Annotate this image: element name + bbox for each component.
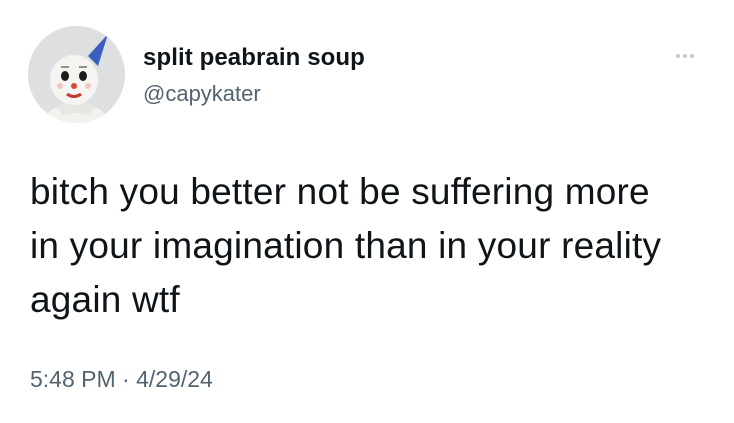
tweet-date: 4/29/24 <box>136 366 213 392</box>
tweet-text-line: bitch you better not be suffering more <box>30 171 650 212</box>
more-options-button[interactable] <box>669 44 701 68</box>
more-options-icon <box>676 54 680 58</box>
clown-doll-avatar-icon <box>28 26 125 123</box>
tweet-text-line: again wtf <box>30 279 180 320</box>
timestamp-separator: · <box>122 366 130 392</box>
tweet-card: split peabrain soup @capykater bitch you… <box>0 0 734 423</box>
tweet-text: bitch you better not be suffering more i… <box>30 165 720 327</box>
tweet-text-line: in your imagination than in your reality <box>30 225 662 266</box>
tweet-timestamp[interactable]: 5:48 PM · 4/29/24 <box>30 366 213 393</box>
more-options-icon-dot <box>683 54 687 58</box>
tweet-time: 5:48 PM <box>30 366 116 392</box>
user-handle[interactable]: @capykater <box>143 81 261 107</box>
avatar[interactable] <box>28 26 125 123</box>
display-name[interactable]: split peabrain soup <box>143 44 365 72</box>
more-options-icon-dot <box>690 54 694 58</box>
